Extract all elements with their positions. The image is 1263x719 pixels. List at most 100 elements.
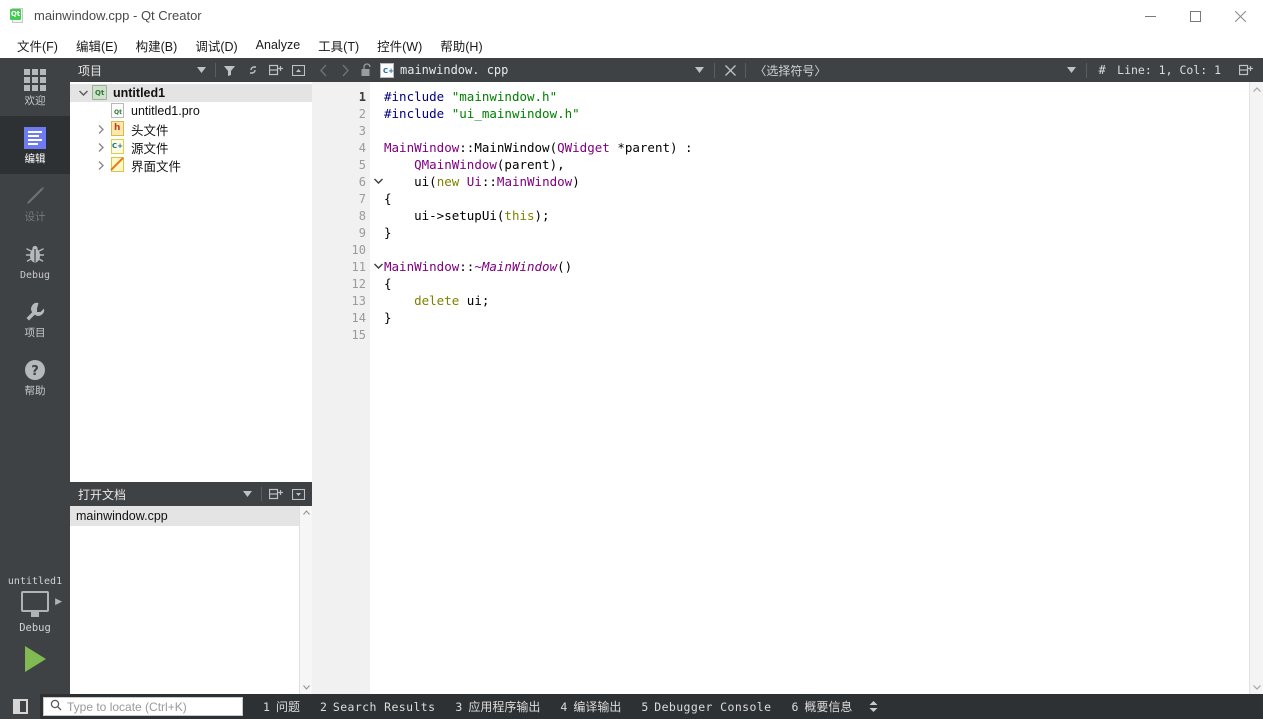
sidebar-item-help[interactable]: ? 帮助	[0, 348, 70, 406]
twisty-closed-icon[interactable]	[92, 142, 110, 152]
code-line: delete ui;	[384, 292, 1263, 309]
menu-analyze[interactable]: Analyze	[247, 35, 309, 55]
pane-number: 1	[263, 699, 270, 714]
code-token: MainWindow	[496, 174, 573, 189]
wrench-icon	[22, 299, 48, 325]
code-line: MainWindow::~MainWindow()	[384, 258, 1263, 275]
editor-close-icon[interactable]	[719, 58, 741, 82]
line-number: 4	[358, 140, 366, 155]
cursor-position-label: Line: 1, Col: 1	[1117, 63, 1221, 77]
tree-item-label: untitled1	[113, 86, 166, 100]
menu-build[interactable]: 构建(B)	[127, 33, 187, 58]
close-icon[interactable]	[1218, 0, 1263, 32]
twisty-open-icon[interactable]	[74, 90, 92, 96]
split-add-icon[interactable]	[264, 58, 287, 82]
menu-tools[interactable]: 工具(T)	[309, 33, 368, 58]
kit-project-name: untitled1	[7, 576, 63, 587]
panel-dropdown-icon[interactable]	[236, 482, 259, 506]
locator-placeholder: Type to locate (Ctrl+K)	[67, 699, 187, 714]
line-number: 11	[312, 258, 383, 275]
menu-file[interactable]: 文件(F)	[8, 33, 67, 58]
tree-item-headers[interactable]: 头文件	[70, 120, 312, 138]
code-token: "ui_mainwindow.h"	[451, 106, 580, 121]
sidebar-item-welcome[interactable]: 欢迎	[0, 58, 70, 116]
twisty-closed-icon[interactable]	[92, 124, 110, 134]
editor-split-add-icon[interactable]	[1235, 58, 1257, 82]
tree-item-forms[interactable]: 界面文件	[70, 156, 312, 174]
tree-item-pro-file[interactable]: untitled1.pro	[70, 102, 312, 120]
unlock-icon[interactable]	[356, 58, 378, 82]
run-icon	[24, 646, 46, 672]
link-icon[interactable]	[241, 58, 264, 82]
locator-input[interactable]: Type to locate (Ctrl+K)	[43, 697, 243, 716]
output-pane-compile-output[interactable]: 4 编译输出	[550, 698, 631, 715]
editor-file-chip[interactable]: mainwindow. cpp	[378, 62, 508, 78]
line-number: 10	[351, 242, 366, 257]
menu-widgets[interactable]: 控件(W)	[368, 33, 431, 58]
filter-icon[interactable]	[218, 58, 241, 82]
output-pane-search-results[interactable]: 2 Search Results	[310, 700, 445, 714]
sidebar-item-projects[interactable]: 项目	[0, 290, 70, 348]
panel-dropdown-icon[interactable]	[190, 58, 213, 82]
open-documents-title: 打开文档	[78, 487, 127, 502]
menu-help[interactable]: 帮助(H)	[431, 33, 491, 58]
minimize-icon[interactable]	[1128, 0, 1173, 32]
open-documents-scrollbar[interactable]	[299, 506, 312, 694]
code-token: QMainWindow	[414, 157, 497, 172]
sidebar-item-design[interactable]: 设计	[0, 174, 70, 232]
source-code-text[interactable]: #include "mainwindow.h" #include "ui_main…	[370, 82, 1263, 694]
output-pane-general-messages[interactable]: 6 概要信息	[781, 698, 862, 715]
maximize-icon[interactable]	[1173, 0, 1218, 32]
fold-chevron-icon[interactable]	[372, 177, 384, 187]
menu-debug[interactable]: 调试(D)	[186, 33, 246, 58]
line-number: 15	[351, 327, 366, 342]
open-document-label: mainwindow.cpp	[76, 509, 168, 523]
qt-project-icon	[92, 85, 108, 101]
line-number: 5	[358, 157, 366, 172]
editor-file-dropdown-icon[interactable]	[688, 58, 710, 82]
collapse-icon[interactable]	[287, 58, 310, 82]
code-token: MainWindow	[384, 259, 460, 274]
split-add-icon[interactable]	[264, 482, 287, 506]
menu-edit[interactable]: 编辑(E)	[67, 33, 127, 58]
sidebar-item-label: Debug	[19, 270, 51, 281]
output-pane-debugger-console[interactable]: 5 Debugger Console	[631, 700, 781, 714]
twisty-closed-icon[interactable]	[92, 160, 110, 170]
code-token: }	[384, 225, 392, 240]
tree-item-sources[interactable]: 源文件	[70, 138, 312, 156]
run-button[interactable]	[0, 634, 70, 684]
code-line: QMainWindow(parent),	[384, 156, 1263, 173]
editor-scrollbar[interactable]	[1249, 82, 1263, 694]
sidebar-item-debug[interactable]: Debug	[0, 232, 70, 290]
output-pane-application-output[interactable]: 3 应用程序输出	[445, 698, 550, 715]
code-line: MainWindow::MainWindow(QWidget *parent) …	[384, 139, 1263, 156]
scroll-down-arrow-icon[interactable]	[1250, 680, 1263, 694]
code-token: ()	[557, 259, 573, 274]
symbol-selector[interactable]: 〈选择符号〉	[750, 62, 826, 79]
pane-number: 6	[791, 699, 799, 714]
close-panel-icon[interactable]	[287, 482, 310, 506]
code-token: {	[384, 191, 392, 206]
tree-item-project[interactable]: untitled1	[70, 84, 312, 102]
tree-item-label: 界面文件	[131, 159, 182, 174]
sidebar-item-edit[interactable]: 编辑	[0, 116, 70, 174]
code-token: this	[504, 208, 535, 223]
output-pane-issues[interactable]: 1 问题	[253, 698, 310, 715]
back-arrow-icon[interactable]	[312, 58, 334, 82]
code-token: Ui	[466, 174, 482, 189]
menu-bar: 文件(F) 编辑(E) 构建(B) 调试(D) Analyze 工具(T) 控件…	[0, 32, 1263, 58]
fold-chevron-icon[interactable]	[372, 262, 384, 272]
code-area[interactable]: 1 2 3 4 5 6 7 8 9 10 11 12 13 14 15 #include "mainwind…	[312, 82, 1263, 694]
code-line: }	[384, 224, 1263, 241]
symbol-dropdown-icon[interactable]	[1060, 58, 1082, 82]
mode-selector-bar: 欢迎 编辑 设计 Debug 项目 ? 帮助 untitled1 ▶ Debug	[0, 58, 70, 719]
scroll-up-arrow-icon[interactable]	[1250, 82, 1263, 96]
forward-arrow-icon[interactable]	[334, 58, 356, 82]
kit-target-button[interactable]: ▶	[0, 591, 70, 617]
code-line: #include "ui_mainwindow.h"	[384, 105, 1263, 122]
sidebar-toggle-icon[interactable]	[0, 694, 40, 719]
up-down-arrows-icon[interactable]	[868, 700, 879, 713]
open-document-item[interactable]: mainwindow.cpp	[70, 506, 312, 526]
